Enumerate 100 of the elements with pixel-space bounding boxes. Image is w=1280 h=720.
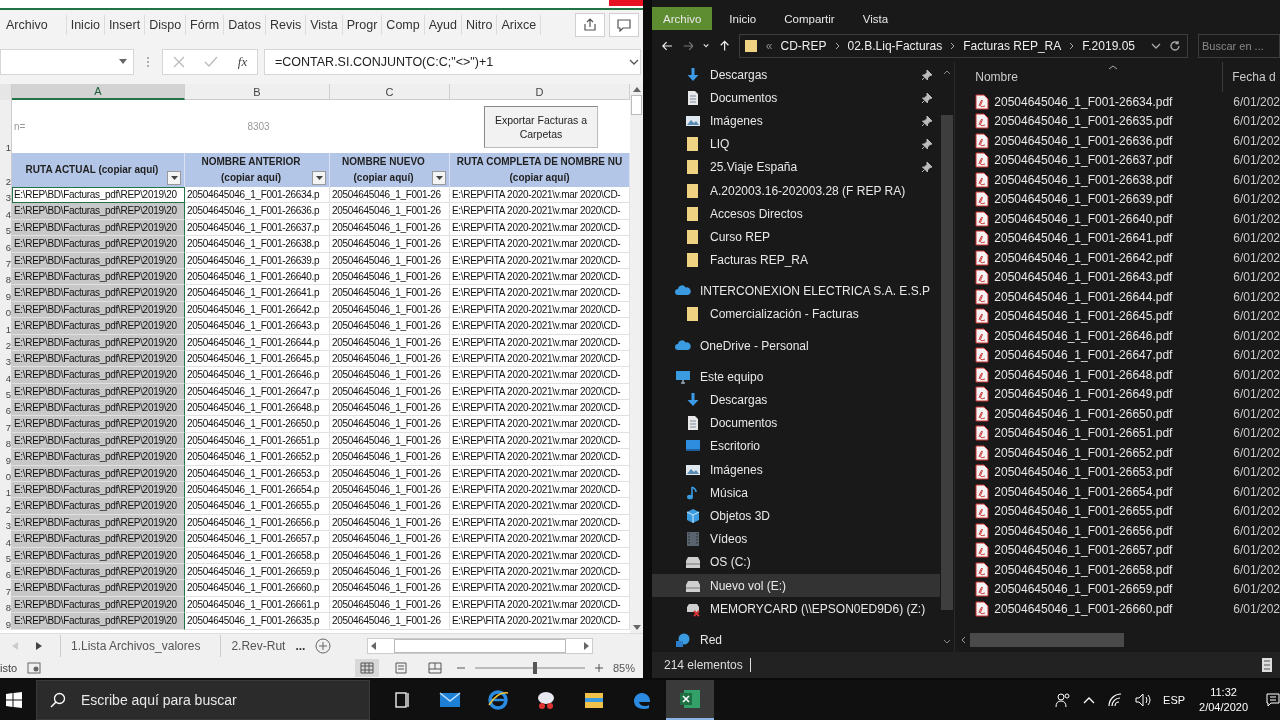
nav-item[interactable]: Imágenes — [652, 458, 941, 482]
nav-item[interactable]: LIQ — [652, 132, 941, 156]
pin-icon[interactable] — [921, 161, 934, 174]
pin-icon[interactable] — [921, 68, 934, 81]
down-arrow-icon[interactable] — [632, 625, 641, 630]
breadcrumb[interactable]: CD-REP — [780, 39, 827, 53]
file-name[interactable]: 20504645046_1_F001-26652.pdf — [994, 445, 1234, 460]
macro-record-icon[interactable] — [27, 662, 42, 674]
sheet-tab[interactable]: 1.Lista Archivos_valores — [60, 635, 211, 657]
column-header[interactable]: B — [185, 84, 330, 100]
row-number[interactable]: 1 — [0, 482, 12, 499]
column-header[interactable]: Nombre — [975, 62, 1224, 92]
column-header[interactable]: D — [450, 84, 630, 100]
file-name[interactable]: 20504645046_1_F001-26640.pdf — [994, 211, 1234, 226]
zoom-in-icon[interactable] — [594, 664, 603, 672]
notification-icon[interactable] — [1266, 693, 1280, 707]
refresh-icon[interactable] — [1169, 40, 1181, 52]
row-number[interactable]: 9 — [0, 449, 12, 466]
row-number[interactable]: 6 — [0, 400, 12, 417]
breadcrumb[interactable]: Facturas REP_RA — [963, 39, 1062, 53]
scrollbar-thumb[interactable] — [941, 115, 954, 610]
file-name[interactable]: 20504645046_1_F001-26641.pdf — [994, 231, 1234, 246]
nav-item[interactable]: Objetos 3D — [652, 504, 941, 528]
ribbon-tab[interactable]: Vista — [851, 7, 900, 30]
more-sheets-button[interactable]: ... — [295, 639, 306, 653]
row-number[interactable]: 4 — [0, 203, 12, 220]
file-name[interactable]: 20504645046_1_F001-26646.pdf — [994, 328, 1234, 343]
nav-item[interactable]: Imágenes — [652, 109, 941, 133]
nav-item[interactable]: Curso REP — [652, 225, 941, 249]
ribbon-tab[interactable]: Progr — [342, 15, 383, 35]
ribbon-tab[interactable]: Arixce — [497, 15, 542, 35]
column-header[interactable]: Fecha d — [1223, 70, 1276, 84]
breadcrumb[interactable]: 02.B.Liq-Facturas — [847, 39, 943, 53]
nav-item[interactable]: 25.Viaje España — [652, 155, 941, 179]
ribbon-tab[interactable]: Inicio — [718, 7, 768, 30]
file-name[interactable]: 20504645046_1_F001-26635.pdf — [994, 114, 1234, 129]
chevron-down-icon[interactable] — [943, 639, 952, 644]
row-number[interactable]: 7 — [0, 416, 12, 433]
ribbon-tab[interactable]: Datos — [224, 15, 266, 35]
pin-icon[interactable] — [921, 138, 934, 151]
nav-item[interactable]: MEMORYCARD (\\EPSON0ED9D6) (Z:) — [652, 597, 941, 621]
windows-logo-icon[interactable] — [6, 692, 22, 708]
file-name[interactable]: 20504645046_1_F001-26649.pdf — [994, 387, 1234, 402]
file-name[interactable]: 20504645046_1_F001-26639.pdf — [994, 192, 1234, 207]
nav-item[interactable]: Comercialización - Facturas — [652, 302, 941, 327]
chevron-down-icon[interactable] — [1151, 43, 1161, 49]
ribbon-tab[interactable]: Inicio — [66, 15, 105, 35]
ribbon-tab[interactable]: Archivo — [2, 15, 67, 35]
pin-icon[interactable] — [921, 91, 934, 104]
file-name[interactable]: 20504645046_1_F001-26643.pdf — [994, 270, 1234, 285]
row-number[interactable]: 2 — [0, 498, 12, 515]
nav-item[interactable]: Escritorio — [652, 434, 941, 458]
row-number[interactable]: 7 — [0, 580, 12, 597]
column-header[interactable]: C — [330, 84, 450, 100]
check-icon[interactable] — [204, 56, 219, 68]
file-name[interactable]: 20504645046_1_F001-26660.pdf — [994, 601, 1234, 616]
pin-icon[interactable] — [921, 114, 934, 127]
ribbon-tab[interactable]: Nitro — [461, 15, 498, 35]
ribbon-tab[interactable]: Insert — [104, 15, 146, 35]
scrollbar[interactable] — [367, 638, 594, 654]
normal-view-button[interactable] — [354, 659, 379, 677]
file-name[interactable]: 20504645046_1_F001-26656.pdf — [994, 523, 1234, 538]
insert-function-button[interactable]: fx — [237, 54, 248, 70]
add-sheet-icon[interactable] — [315, 638, 332, 654]
back-arrow-icon[interactable] — [662, 40, 673, 52]
row-number[interactable]: 3 — [0, 187, 12, 204]
file-name[interactable]: 20504645046_1_F001-26657.pdf — [994, 543, 1234, 558]
row-number[interactable]: 6 — [0, 236, 12, 253]
nav-item[interactable]: OneDrive - Personal — [652, 334, 941, 358]
volume-icon[interactable] — [1135, 693, 1152, 707]
file-name[interactable]: 20504645046_1_F001-26634.pdf — [994, 94, 1234, 109]
nav-item[interactable]: Vídeos — [652, 527, 941, 551]
ribbon-tab[interactable]: Ayud — [424, 15, 462, 35]
input-language[interactable]: ESP — [1163, 694, 1186, 706]
row-number[interactable]: 2 — [0, 153, 12, 187]
nav-item[interactable]: Accesos Directos — [652, 202, 941, 226]
file-name[interactable]: 20504645046_1_F001-26654.pdf — [994, 484, 1234, 499]
row-number[interactable]: 1 — [0, 100, 12, 153]
chevron-right-icon[interactable] — [1069, 42, 1075, 50]
nav-item[interactable]: Música — [652, 481, 941, 505]
formula-field[interactable]: =CONTAR.SI.CONJUNTO(C:C;"<>")+1 — [264, 49, 641, 75]
file-name[interactable]: 20504645046_1_F001-26647.pdf — [994, 348, 1234, 363]
nav-item[interactable]: A.202003.16-202003.28 (F REP RA) — [652, 178, 941, 203]
row-number[interactable]: 4 — [0, 367, 12, 384]
file-name[interactable]: 20504645046_1_F001-26638.pdf — [994, 172, 1234, 187]
breadcrumb[interactable]: F.2019.05 — [1082, 39, 1135, 53]
address-bar[interactable]: « CD-REP 02.B.Liq-Facturas Facturas REP_RA F.2019.05 — [738, 34, 1188, 58]
comment-button[interactable] — [609, 13, 639, 37]
filter-button[interactable] — [167, 171, 181, 185]
scrollbar[interactable] — [630, 84, 643, 633]
scrollbar-thumb[interactable] — [631, 95, 642, 115]
file-name[interactable]: 20504645046_1_F001-26658.pdf — [994, 562, 1234, 577]
file-name[interactable]: 20504645046_1_F001-26637.pdf — [994, 153, 1234, 168]
nav-item[interactable]: Documentos — [652, 86, 941, 110]
sheet-tab[interactable]: 2.Rev-Rut — [220, 635, 296, 657]
ribbon-tab[interactable]: Fórm — [186, 15, 225, 35]
file-name[interactable]: 20504645046_1_F001-26653.pdf — [994, 465, 1234, 480]
zoom-level[interactable]: 85% — [612, 662, 635, 674]
nav-item[interactable]: Este equipo — [652, 365, 941, 389]
export-button[interactable]: Exportar Facturas a Carpetas — [484, 105, 598, 148]
